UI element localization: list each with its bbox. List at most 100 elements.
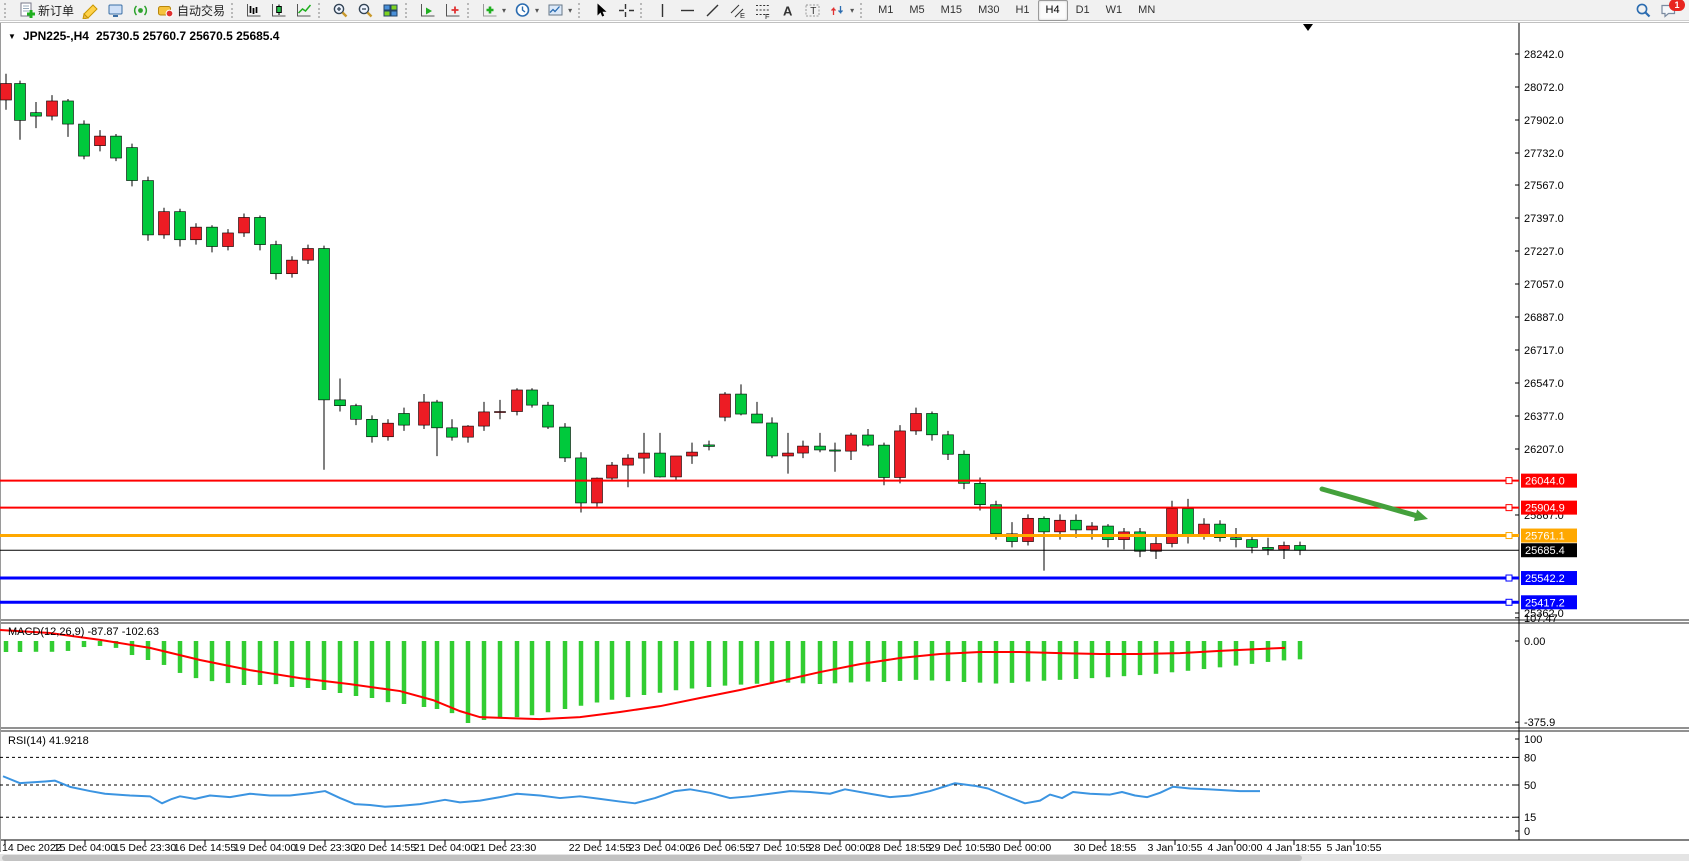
svg-text:23 Dec 04:00: 23 Dec 04:00: [629, 842, 692, 854]
scrollbar-thumb[interactable]: [2, 855, 1302, 861]
cursor-button[interactable]: [588, 0, 613, 21]
candlestick-chart-button[interactable]: [266, 0, 291, 21]
tile-windows-button[interactable]: [378, 0, 403, 21]
vertical-line-button[interactable]: [650, 0, 675, 21]
trendline-button[interactable]: [700, 0, 725, 21]
svg-text:19 Dec 04:00: 19 Dec 04:00: [234, 842, 297, 854]
svg-text:-375.9: -375.9: [1524, 717, 1555, 729]
svg-text:27397.0: 27397.0: [1524, 213, 1564, 225]
svg-text:14 Dec 2022: 14 Dec 2022: [2, 842, 62, 854]
label-button[interactable]: T: [800, 0, 825, 21]
horizontal-line-button[interactable]: [675, 0, 700, 21]
candle-body: [1, 84, 12, 100]
toolbar-grip: [860, 3, 866, 18]
channel-button[interactable]: E: [725, 0, 750, 21]
candle-body: [863, 435, 874, 445]
candle-body: [95, 136, 106, 146]
chevron-down-icon[interactable]: ▾: [568, 6, 572, 15]
candle-icon: [270, 2, 287, 19]
svg-text:T: T: [810, 6, 816, 17]
candle-body: [143, 181, 154, 235]
doc-plus-icon: [18, 2, 35, 19]
bar-chart-button[interactable]: [241, 0, 266, 21]
main-toolbar: 新订单 自动交易 ▾ ▾ ▾ EFAT ▾ M1M5M15M30H1H4D1W1MN 1: [0, 0, 1689, 21]
fibonacci-button[interactable]: F: [750, 0, 775, 21]
cursor-icon: [592, 2, 609, 19]
candle-body: [1295, 545, 1306, 550]
zoom-in-button[interactable]: [328, 0, 353, 21]
candle-body: [419, 402, 430, 425]
candle-body: [47, 101, 58, 116]
candle-body: [447, 428, 458, 437]
candle-body: [303, 248, 314, 260]
signal-button[interactable]: [128, 0, 153, 21]
svg-text:20 Dec 14:55: 20 Dec 14:55: [354, 842, 417, 854]
horizontal-scrollbar[interactable]: [0, 854, 1689, 861]
hline-icon: [679, 2, 696, 19]
zoom-out-button[interactable]: [353, 0, 378, 21]
candle-body: [1279, 545, 1290, 549]
candle-body: [1087, 526, 1098, 530]
candle-body: [223, 233, 234, 247]
periods-button[interactable]: ▾: [510, 0, 543, 21]
candle-body: [1231, 538, 1242, 540]
timeframe-button-d1[interactable]: D1: [1068, 0, 1098, 21]
svg-text:26547.0: 26547.0: [1524, 378, 1564, 390]
svg-text:26 Dec 06:55: 26 Dec 06:55: [689, 842, 752, 854]
chevron-down-icon[interactable]: ▾: [535, 6, 539, 15]
bars-icon: [245, 2, 262, 19]
candle-body: [911, 413, 922, 430]
crosshair-button[interactable]: [613, 0, 638, 21]
new-order-button[interactable]: 新订单: [14, 0, 78, 21]
timeframe-button-m5[interactable]: M5: [901, 0, 932, 21]
candle-body: [31, 113, 42, 116]
timeframe-button-h1[interactable]: H1: [1007, 0, 1037, 21]
svg-text:E: E: [740, 11, 745, 19]
text-button[interactable]: A: [775, 0, 800, 21]
candle-body: [815, 446, 826, 450]
svg-text:27902.0: 27902.0: [1524, 115, 1564, 127]
chart-window: 28242.028072.027902.027732.027567.027397…: [0, 21, 1689, 861]
line-chart-button[interactable]: [291, 0, 316, 21]
candle-body: [159, 212, 170, 235]
timeframe-button-h4[interactable]: H4: [1038, 0, 1068, 21]
chart-canvas[interactable]: 28242.028072.027902.027732.027567.027397…: [0, 21, 1689, 861]
crayon-icon: [82, 2, 99, 19]
svg-text:0: 0: [1524, 826, 1530, 838]
chevron-down-icon[interactable]: ▼: [8, 32, 16, 41]
timeframe-button-mn[interactable]: MN: [1130, 0, 1163, 21]
templates-button[interactable]: ▾: [543, 0, 576, 21]
toolbar-grip: [231, 3, 237, 18]
candle-body: [527, 390, 538, 405]
chevron-down-icon[interactable]: ▾: [502, 6, 506, 15]
timeframe-button-m30[interactable]: M30: [970, 0, 1007, 21]
candle-body: [736, 394, 747, 414]
candle-body: [1247, 540, 1258, 548]
auto-scroll-button[interactable]: [415, 0, 440, 21]
chevron-down-icon[interactable]: ▾: [850, 6, 854, 15]
chat-button[interactable]: 1: [1656, 0, 1681, 21]
candle-body: [543, 405, 554, 427]
indicators-button[interactable]: ▾: [477, 0, 510, 21]
candle-body: [271, 245, 282, 274]
timeframe-button-m1[interactable]: M1: [870, 0, 901, 21]
svg-text:15 Dec 23:30: 15 Dec 23:30: [114, 842, 177, 854]
terminal-button[interactable]: [103, 0, 128, 21]
svg-text:0.00: 0.00: [1524, 636, 1545, 648]
autotrading-button[interactable]: 自动交易: [153, 0, 229, 21]
crayon-button[interactable]: [78, 0, 103, 21]
timeframe-button-w1[interactable]: W1: [1098, 0, 1131, 21]
candle-body: [79, 124, 90, 156]
candle-body: [335, 400, 346, 406]
clock-icon: [514, 2, 531, 19]
terminal-icon: [107, 2, 124, 19]
candle-body: [1183, 509, 1194, 536]
autotrading-button-label: 自动交易: [177, 2, 225, 19]
candle-body: [959, 454, 970, 483]
svg-text:100: 100: [1524, 734, 1542, 746]
chart-title: ▼ JPN225-,H4 25730.5 25760.7 25670.5 256…: [8, 29, 279, 43]
arrows-button[interactable]: ▾: [825, 0, 858, 21]
search-button[interactable]: [1631, 0, 1656, 21]
chart-shift-button[interactable]: [440, 0, 465, 21]
timeframe-button-m15[interactable]: M15: [933, 0, 970, 21]
